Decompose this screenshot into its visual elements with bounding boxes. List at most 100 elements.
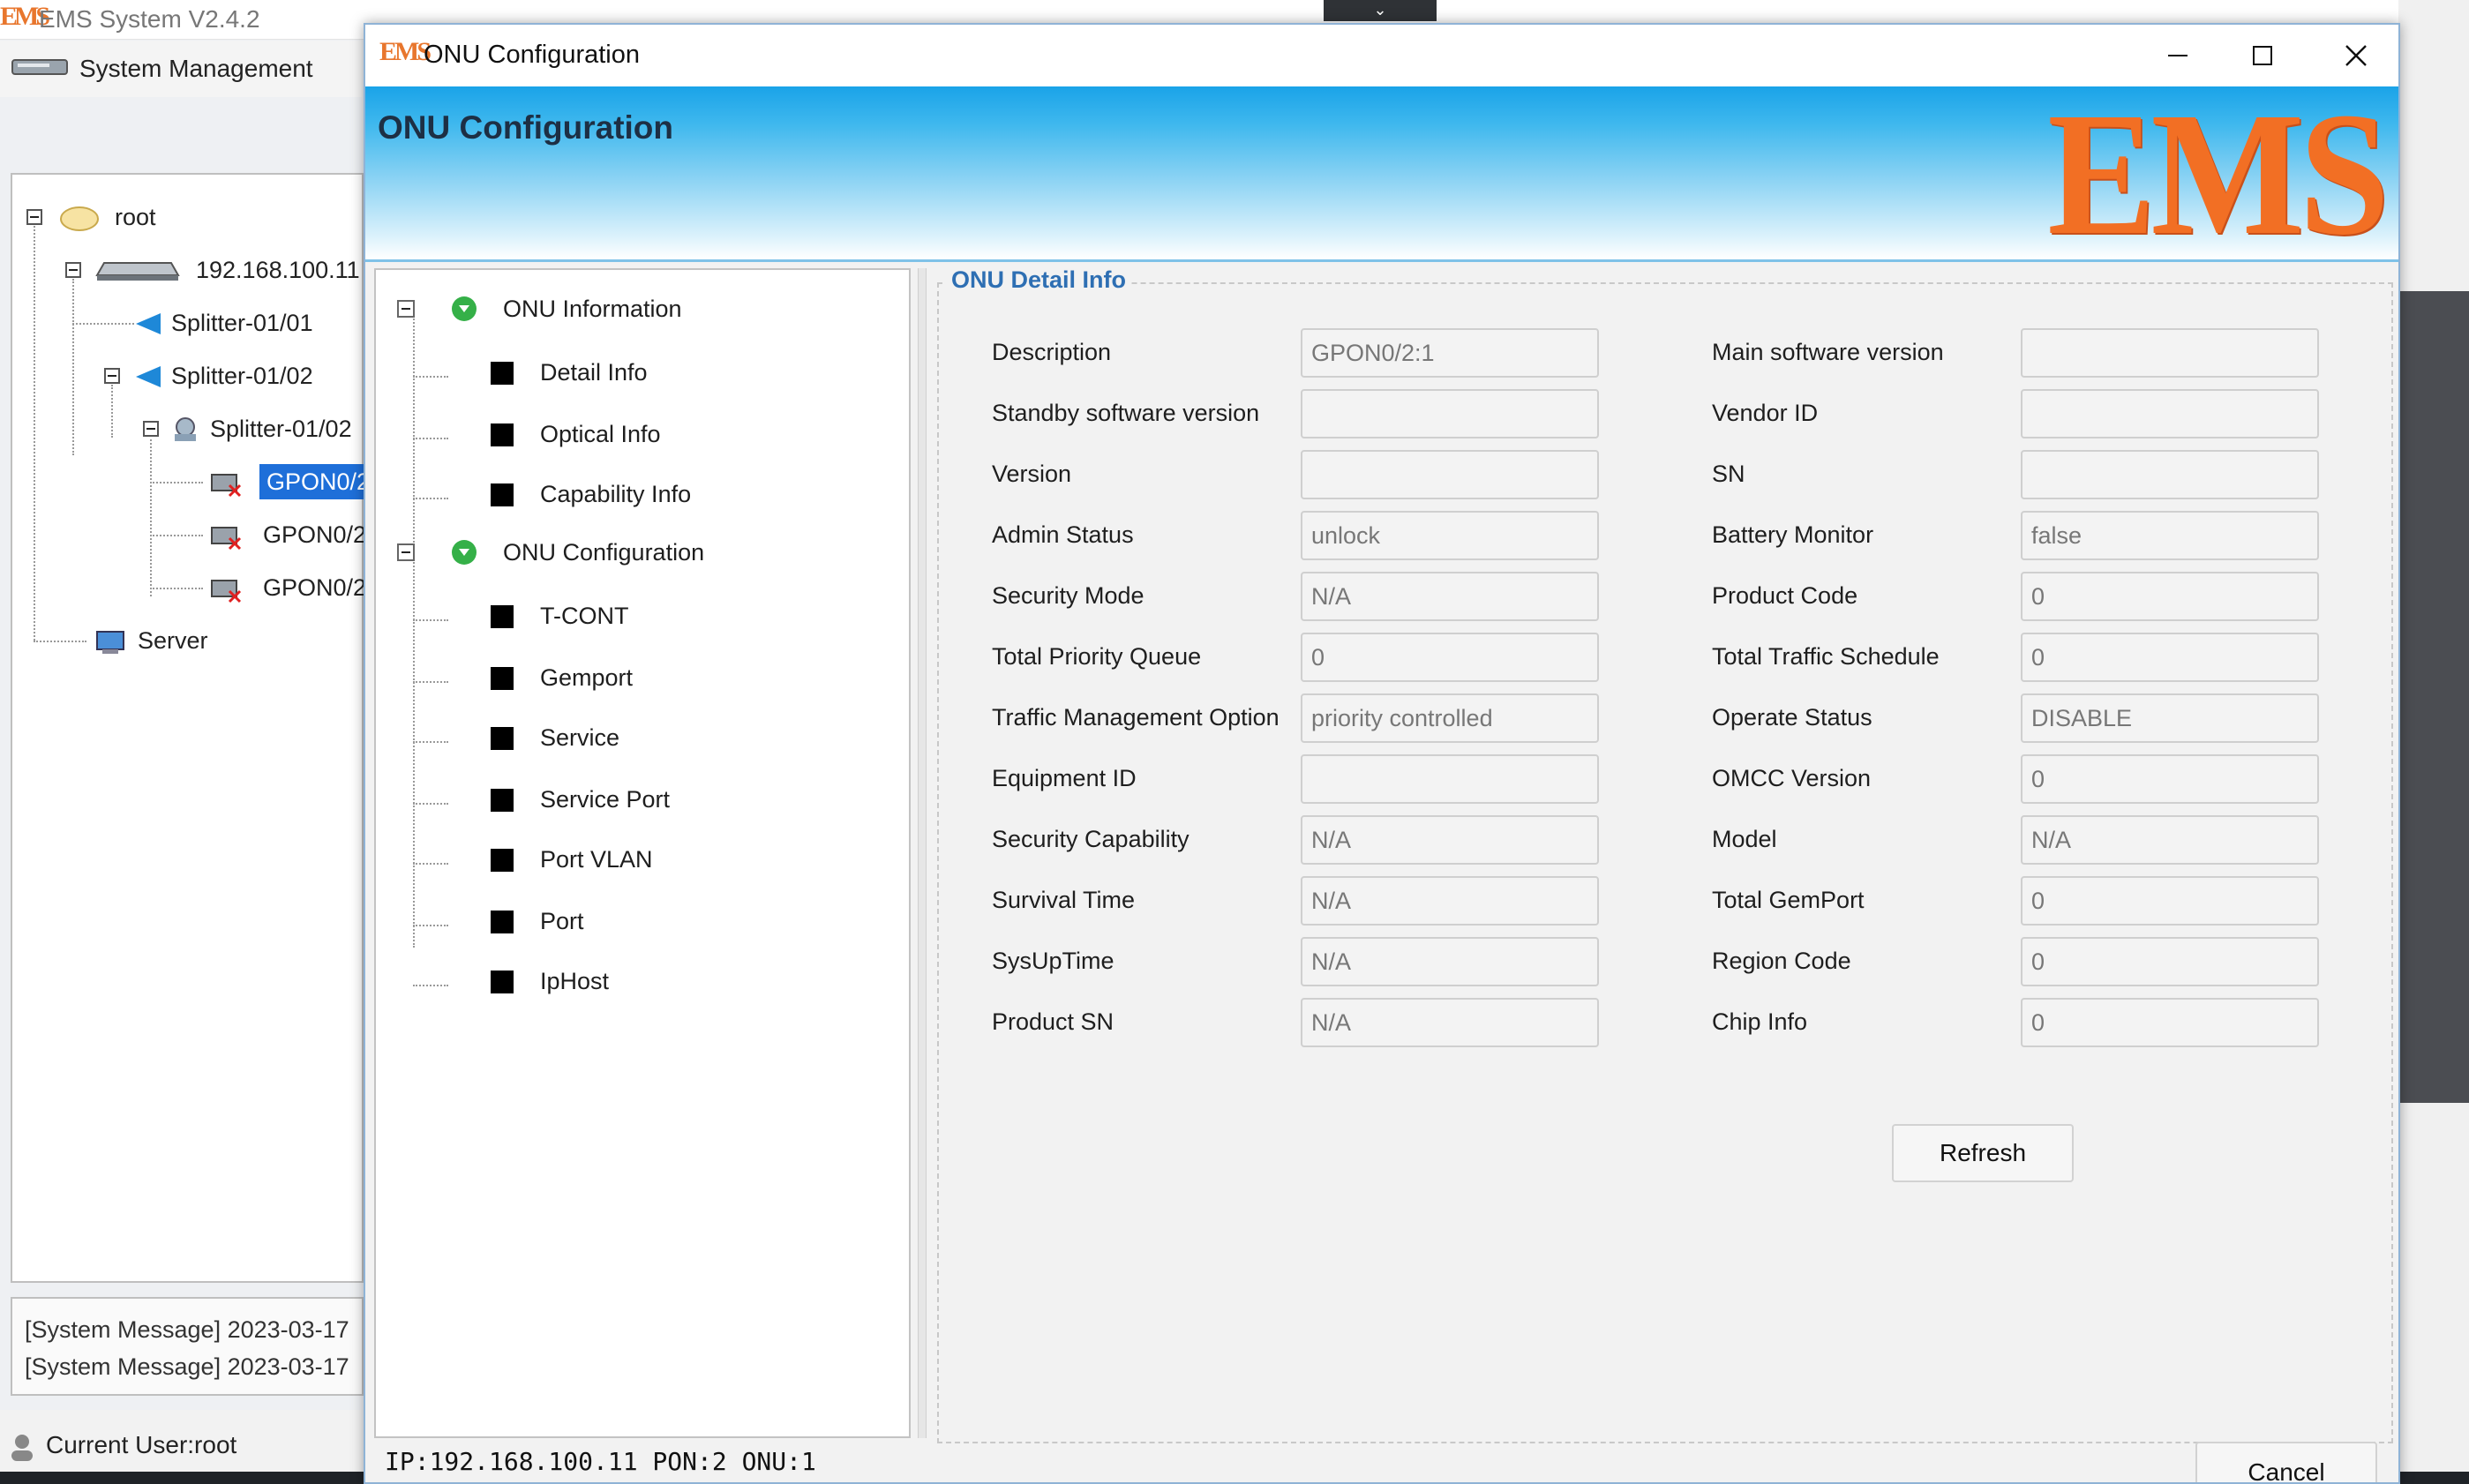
square-bullet-icon <box>491 605 514 628</box>
dialog-banner: ONU Configuration EMS <box>365 77 2398 272</box>
traffic-management-option-field[interactable] <box>1301 693 1599 743</box>
current-user: Current User:root <box>46 1431 237 1458</box>
field-label: Product SN <box>992 1008 1114 1035</box>
field-label: Battery Monitor <box>1712 521 1874 548</box>
field-label: Region Code <box>1712 948 1851 974</box>
main-software-version-field[interactable] <box>2021 328 2319 378</box>
product-sn-field[interactable] <box>1301 998 1599 1047</box>
field-label: Model <box>1712 826 1777 852</box>
onu-offline-icon <box>211 527 242 551</box>
system-management-icon <box>11 59 68 75</box>
field-label: Security Capability <box>992 826 1189 852</box>
sn-field[interactable] <box>2021 450 2319 499</box>
collapse-icon[interactable] <box>143 421 159 437</box>
onu-offline-icon <box>211 474 242 498</box>
nav-item-iphost[interactable]: IpHost <box>540 963 609 999</box>
total-priority-queue-field[interactable] <box>1301 633 1599 682</box>
standby-software-version-field[interactable] <box>1301 389 1599 438</box>
field-label: Version <box>992 461 1072 487</box>
dialog-title: ONU Configuration <box>424 41 640 69</box>
product-code-field[interactable] <box>2021 572 2319 621</box>
banner-logo: EMS <box>2046 77 2390 272</box>
nav-item-optical-info[interactable]: Optical Info <box>540 416 661 452</box>
field-label: Security Mode <box>992 582 1144 609</box>
vendor-id-field[interactable] <box>2021 389 2319 438</box>
nav-group-onu-information[interactable]: ONU Information <box>503 291 682 326</box>
message-panel: [System Message] 2023-03-17 [System Mess… <box>11 1297 364 1396</box>
version-field[interactable] <box>1301 450 1599 499</box>
field-label: Total GemPort <box>1712 887 1865 913</box>
equipment-id-field[interactable] <box>1301 754 1599 804</box>
operate-status-field[interactable] <box>2021 693 2319 743</box>
field-label: Total Priority Queue <box>992 643 1202 670</box>
field-label: Equipment ID <box>992 765 1137 791</box>
region-code-field[interactable] <box>2021 937 2319 986</box>
nav-group-onu-configuration[interactable]: ONU Configuration <box>503 535 704 570</box>
configuration-nav-tree: ONU Information Detail Info Optical Info… <box>374 268 911 1438</box>
square-bullet-icon <box>491 849 514 872</box>
sysuptime-field[interactable] <box>1301 937 1599 986</box>
pane-splitter[interactable] <box>918 268 927 1438</box>
tree-label-onu: GPON0/2: <box>263 521 373 548</box>
security-mode-field[interactable] <box>1301 572 1599 621</box>
description-field[interactable] <box>1301 328 1599 378</box>
menu-bar: System Management <box>0 41 362 97</box>
chip-info-field[interactable] <box>2021 998 2319 1047</box>
maximize-button[interactable] <box>2218 32 2307 79</box>
model-field[interactable] <box>2021 815 2319 865</box>
cloud-icon <box>60 206 99 231</box>
chevron-down-icon[interactable]: ⌄ <box>1324 0 1437 21</box>
collapse-icon[interactable] <box>397 300 415 318</box>
square-bullet-icon <box>491 789 514 812</box>
tree-label-root: root <box>115 204 156 230</box>
field-label: Operate Status <box>1712 704 1872 731</box>
minimize-button[interactable] <box>2134 32 2222 79</box>
tree-label-splitter: Splitter-01/01 <box>171 310 313 336</box>
nav-item-service[interactable]: Service <box>540 720 619 755</box>
omcc-version-field[interactable] <box>2021 754 2319 804</box>
collapse-icon[interactable] <box>397 543 415 561</box>
tree-label-server: Server <box>138 627 208 654</box>
total-traffic-schedule-field[interactable] <box>2021 633 2319 682</box>
survival-time-field[interactable] <box>1301 876 1599 926</box>
nav-item-capability-info[interactable]: Capability Info <box>540 476 691 512</box>
user-icon <box>11 1435 33 1461</box>
nav-item-detail-info[interactable]: Detail Info <box>540 355 648 390</box>
square-bullet-icon <box>491 727 514 750</box>
connection-status: IP:192.168.100.11 PON:2 ONU:1 <box>385 1447 816 1476</box>
refresh-button[interactable]: Refresh <box>1892 1124 2074 1182</box>
nav-item-tcont[interactable]: T-CONT <box>540 598 629 633</box>
collapse-icon[interactable] <box>65 262 81 278</box>
field-label: SN <box>1712 461 1745 487</box>
olt-device-icon <box>95 262 180 281</box>
square-bullet-icon <box>491 911 514 933</box>
field-label: SysUpTime <box>992 948 1114 974</box>
square-bullet-icon <box>491 971 514 993</box>
close-button[interactable] <box>2312 32 2398 79</box>
system-message: [System Message] 2023-03-17 <box>25 1316 349 1343</box>
field-label: OMCC Version <box>1712 765 1872 791</box>
field-label: Survival Time <box>992 887 1136 913</box>
nav-item-service-port[interactable]: Service Port <box>540 782 670 817</box>
field-label: Admin Status <box>992 521 1134 548</box>
tree-label-splitter: Splitter-01/02 <box>171 363 313 389</box>
nav-item-port[interactable]: Port <box>540 903 584 939</box>
field-label: Vendor ID <box>1712 400 1819 426</box>
server-icon <box>96 631 124 654</box>
nav-item-port-vlan[interactable]: Port VLAN <box>540 842 653 877</box>
collapse-icon[interactable] <box>104 368 120 384</box>
battery-monitor-field[interactable] <box>2021 511 2319 560</box>
background-panel <box>2398 291 2469 1103</box>
menu-system-management[interactable]: System Management <box>79 55 313 83</box>
cancel-button[interactable]: Cancel <box>2195 1442 2377 1482</box>
total-gemport-field[interactable] <box>2021 876 2319 926</box>
tree-label-olt: 192.168.100.11 <box>196 257 360 283</box>
status-ok-icon <box>452 296 477 321</box>
admin-status-field[interactable] <box>1301 511 1599 560</box>
minimize-icon <box>2168 55 2188 56</box>
tree-label-splitter: Splitter-01/02 <box>210 416 352 442</box>
nav-item-gemport[interactable]: Gemport <box>540 660 633 695</box>
security-capability-field[interactable] <box>1301 815 1599 865</box>
collapse-icon[interactable] <box>26 209 42 225</box>
group-legend: ONU Detail Info <box>946 266 1132 294</box>
